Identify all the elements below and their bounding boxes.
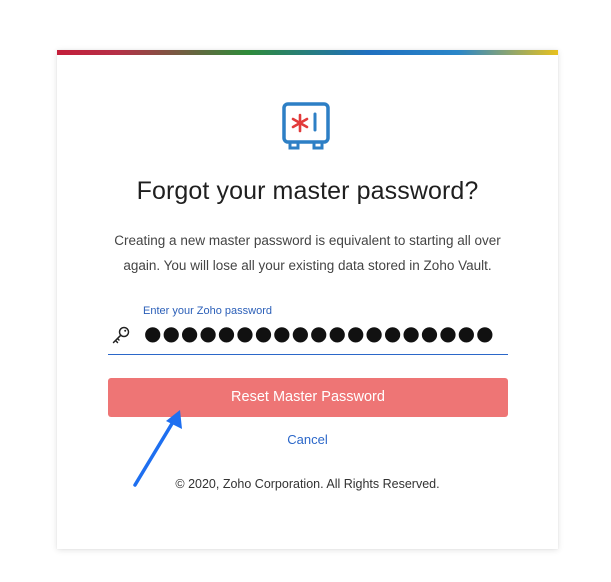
key-icon	[111, 325, 131, 345]
warning-message: Creating a new master password is equiva…	[105, 228, 510, 278]
page-title: Forgot your master password?	[136, 177, 479, 205]
warning-message-line-2: again. You will lose all your existing d…	[123, 258, 492, 273]
password-field[interactable]: ●●●●●●●●●●●●●●●●●●●	[108, 318, 508, 355]
warning-message-line-1: Creating a new master password is equiva…	[114, 233, 501, 248]
vault-safe-icon	[280, 100, 332, 154]
password-field-label: Enter your Zoho password	[143, 305, 273, 317]
password-input[interactable]: ●●●●●●●●●●●●●●●●●●●	[144, 321, 495, 345]
brand-color-bar	[57, 50, 558, 55]
annotation-arrow-icon	[128, 405, 188, 490]
